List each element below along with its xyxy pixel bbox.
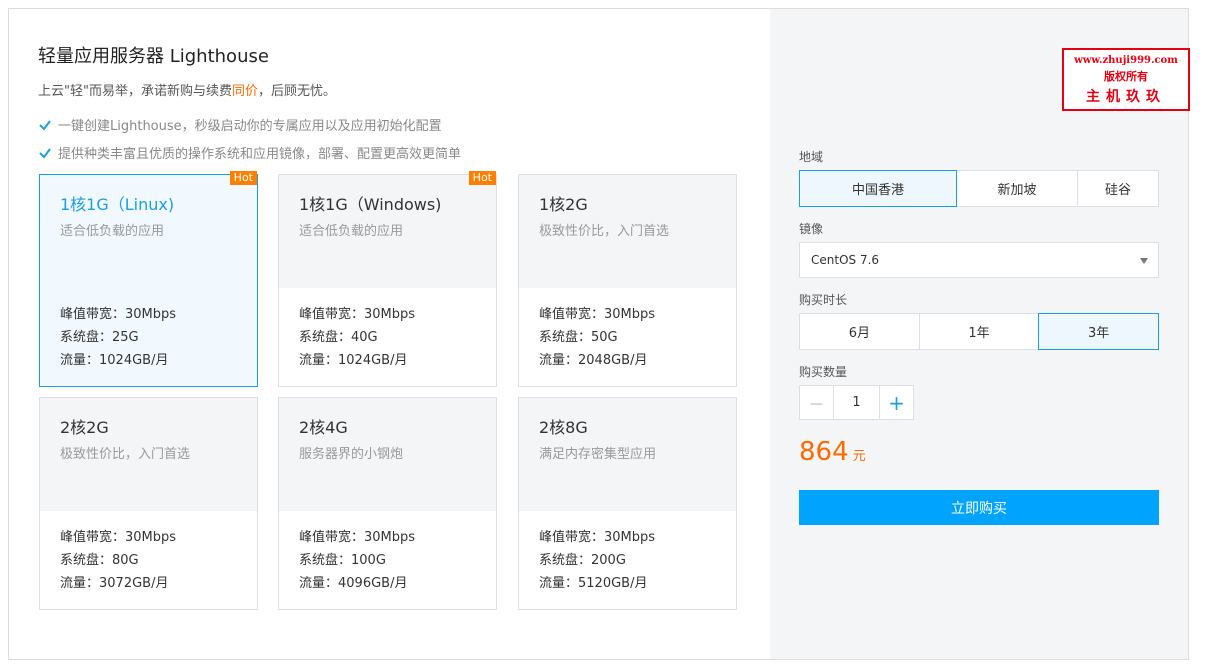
quantity-increment-button[interactable]: + bbox=[879, 385, 914, 420]
feature-item: 提供种类丰富且优质的操作系统和应用镜像，部署、配置更高效更简单 bbox=[38, 143, 461, 162]
feature-text: 一键创建Lighthouse，秒级启动你的专属应用以及应用初始化配置 bbox=[58, 119, 442, 134]
price-display: 864 元 bbox=[799, 437, 866, 467]
plan-traffic: 流量：1024GB/月 bbox=[299, 353, 408, 368]
plan-name: 1核1G（Windows) bbox=[299, 195, 442, 214]
plan-bandwidth: 峰值带宽：30Mbps bbox=[539, 530, 656, 545]
plan-card-2c2g[interactable]: 2核2G 极致性价比，入门首选 峰值带宽：30Mbps 系统盘：80G 流量：3… bbox=[39, 397, 258, 610]
watermark-url: www.zhuji999.com bbox=[1074, 55, 1178, 66]
plan-card-2c8g[interactable]: 2核8G 满足内存密集型应用 峰值带宽：30Mbps 系统盘：200G 流量：5… bbox=[518, 397, 737, 610]
region-option-singapore[interactable]: 新加坡 bbox=[956, 170, 1078, 207]
plan-disk: 系统盘：200G bbox=[539, 553, 626, 568]
duration-option-1y[interactable]: 1年 bbox=[918, 313, 1040, 350]
quantity-stepper: － 1 + bbox=[799, 385, 914, 420]
duration-option-3y[interactable]: 3年 bbox=[1038, 313, 1160, 350]
plan-disk: 系统盘：50G bbox=[539, 330, 618, 345]
duration-selector: 6月 1年 3年 bbox=[799, 313, 1160, 350]
check-icon bbox=[39, 147, 51, 159]
duration-option-6m[interactable]: 6月 bbox=[799, 313, 920, 350]
plan-desc: 极致性价比，入门首选 bbox=[539, 224, 670, 239]
plan-disk: 系统盘：40G bbox=[299, 330, 378, 345]
plan-desc: 极致性价比，入门首选 bbox=[60, 447, 191, 462]
plan-desc: 适合低负载的应用 bbox=[299, 224, 404, 239]
duration-label: 购买时长 bbox=[799, 293, 848, 307]
region-option-siliconvalley[interactable]: 硅谷 bbox=[1077, 170, 1159, 207]
plan-bandwidth: 峰值带宽：30Mbps bbox=[539, 307, 656, 322]
subtitle-prefix: 上云"轻"而易举，承诺新购与续费 bbox=[38, 84, 232, 99]
image-select[interactable]: CentOS 7.6 bbox=[799, 242, 1159, 278]
plan-traffic: 流量：1024GB/月 bbox=[60, 353, 169, 368]
plan-name: 2核8G bbox=[539, 418, 588, 437]
plan-card-2c4g[interactable]: 2核4G 服务器界的小钢炮 峰值带宽：30Mbps 系统盘：100G 流量：40… bbox=[278, 397, 497, 610]
image-label: 镜像 bbox=[799, 222, 824, 236]
page-subtitle: 上云"轻"而易举，承诺新购与续费同价，后顾无忧。 bbox=[38, 80, 336, 99]
plan-name: 2核2G bbox=[60, 418, 109, 437]
quantity-label: 购买数量 bbox=[799, 365, 848, 379]
plan-bandwidth: 峰值带宽：30Mbps bbox=[60, 307, 177, 322]
plan-traffic: 流量：3072GB/月 bbox=[60, 576, 169, 591]
price-value: 864 bbox=[799, 437, 849, 467]
caret-down-icon bbox=[1140, 258, 1148, 264]
plan-name: 1核2G bbox=[539, 195, 588, 214]
subtitle-highlight: 同价 bbox=[231, 84, 258, 99]
plan-name: 1核1G（Linux) bbox=[60, 195, 175, 214]
plan-card-1c2g[interactable]: 1核2G 极致性价比，入门首选 峰值带宽：30Mbps 系统盘：50G 流量：2… bbox=[518, 174, 737, 387]
buy-now-button[interactable]: 立即购买 bbox=[799, 490, 1159, 525]
quantity-input[interactable]: 1 bbox=[833, 385, 880, 420]
plan-desc: 服务器界的小钢炮 bbox=[299, 447, 404, 462]
check-icon bbox=[39, 119, 51, 131]
quantity-decrement-button[interactable]: － bbox=[799, 385, 834, 420]
plan-bandwidth: 峰值带宽：30Mbps bbox=[299, 530, 416, 545]
plan-card-1c1g-windows[interactable]: Hot 1核1G（Windows) 适合低负载的应用 峰值带宽：30Mbps 系… bbox=[278, 171, 497, 387]
hot-badge: Hot bbox=[229, 171, 257, 185]
watermark-copyright: 版权所有 bbox=[1104, 70, 1148, 83]
watermark-stamp: www.zhuji999.com 版权所有 主机玖玖 bbox=[1062, 48, 1190, 111]
plan-disk: 系统盘：80G bbox=[60, 553, 139, 568]
plan-traffic: 流量：4096GB/月 bbox=[299, 576, 408, 591]
plan-desc: 适合低负载的应用 bbox=[60, 224, 165, 239]
watermark-brand: 主机玖玖 bbox=[1086, 89, 1166, 105]
feature-text: 提供种类丰富且优质的操作系统和应用镜像，部署、配置更高效更简单 bbox=[58, 147, 462, 162]
page-title: 轻量应用服务器 Lighthouse bbox=[38, 46, 269, 67]
plan-bandwidth: 峰值带宽：30Mbps bbox=[60, 530, 177, 545]
plan-disk: 系统盘：25G bbox=[60, 330, 139, 345]
plan-disk: 系统盘：100G bbox=[299, 553, 386, 568]
plan-bandwidth: 峰值带宽：30Mbps bbox=[299, 307, 416, 322]
plan-traffic: 流量：2048GB/月 bbox=[539, 353, 648, 368]
image-select-value: CentOS 7.6 bbox=[811, 253, 880, 267]
region-selector: 中国香港 新加坡 硅谷 bbox=[799, 170, 1159, 207]
plan-desc: 满足内存密集型应用 bbox=[539, 447, 657, 462]
plan-traffic: 流量：5120GB/月 bbox=[539, 576, 648, 591]
subtitle-suffix: ，后顾无忧。 bbox=[257, 84, 336, 99]
region-option-hongkong[interactable]: 中国香港 bbox=[799, 170, 957, 207]
price-unit: 元 bbox=[852, 449, 866, 464]
hot-badge: Hot bbox=[468, 171, 496, 185]
region-label: 地域 bbox=[799, 150, 824, 164]
feature-item: 一键创建Lighthouse，秒级启动你的专属应用以及应用初始化配置 bbox=[38, 115, 442, 134]
plan-name: 2核4G bbox=[299, 418, 348, 437]
plan-card-1c1g-linux[interactable]: Hot 1核1G（Linux) 适合低负载的应用 峰值带宽：30Mbps 系统盘… bbox=[39, 171, 258, 387]
